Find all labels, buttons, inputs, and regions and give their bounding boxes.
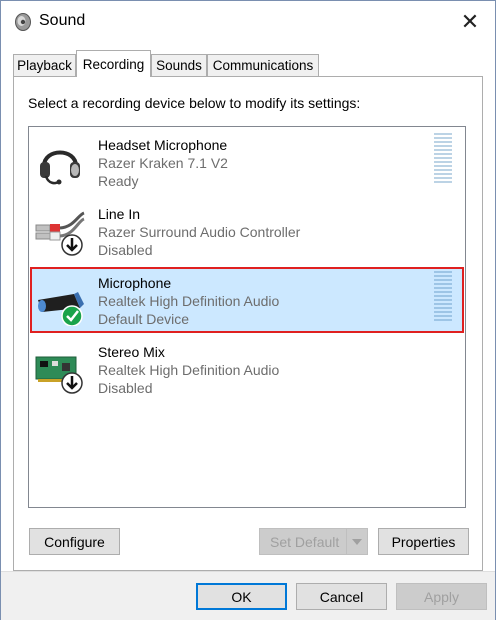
device-name: Line In [98,206,141,222]
device-name: Microphone [98,275,172,291]
device-item-microphone[interactable]: Microphone Realtek High Definition Audio… [30,267,464,333]
chevron-down-icon [352,538,362,545]
line-in-cable-icon [35,211,85,256]
microphone-icon [38,292,84,326]
tab-sounds[interactable]: Sounds [151,54,207,76]
title-bar: Sound ✕ [1,1,495,41]
device-driver: Realtek High Definition Audio [98,293,280,309]
set-default-label: Set Default [270,533,340,550]
device-driver: Realtek High Definition Audio [98,362,280,378]
device-status: Disabled [98,380,153,396]
device-item-stereo-mix[interactable]: Stereo Mix Realtek High Definition Audio… [30,336,464,402]
device-driver: Razer Kraken 7.1 V2 [98,155,228,171]
sound-card-icon [35,356,83,394]
headset-icon [40,150,80,185]
device-name: Stereo Mix [98,344,165,360]
configure-button[interactable]: Configure [29,528,120,555]
device-driver: Razer Surround Audio Controller [98,224,301,240]
tab-playback[interactable]: Playback [13,54,76,76]
apply-button[interactable]: Apply [396,583,487,610]
device-item-line-in[interactable]: Line In Razer Surround Audio Controller … [30,198,464,264]
recording-panel: Select a recording device below to modif… [13,76,483,571]
ok-button[interactable]: OK [196,583,287,610]
device-status: Ready [98,173,139,189]
properties-button[interactable]: Properties [378,528,469,555]
set-default-dropdown[interactable] [346,529,367,554]
close-button[interactable]: ✕ [453,7,487,37]
dialog-footer: OK Cancel Apply [1,571,495,620]
device-status: Disabled [98,242,153,258]
device-status: Default Device [98,311,190,327]
instruction-text: Select a recording device below to modif… [28,95,361,111]
sound-dialog: Sound ✕ Playback Recording Sounds Commun… [0,0,496,620]
speaker-icon [15,13,31,31]
window-title: Sound [39,12,86,29]
level-meter [434,133,452,185]
tab-recording[interactable]: Recording [76,50,151,77]
tab-communications[interactable]: Communications [207,54,319,76]
device-list[interactable]: Headset Microphone Razer Kraken 7.1 V2 R… [28,126,466,508]
set-default-button[interactable]: Set Default [259,528,368,555]
close-icon: ✕ [460,9,480,34]
device-item-headset-microphone[interactable]: Headset Microphone Razer Kraken 7.1 V2 R… [30,129,464,195]
level-meter [434,271,452,323]
cancel-button[interactable]: Cancel [296,583,387,610]
device-name: Headset Microphone [98,137,228,153]
